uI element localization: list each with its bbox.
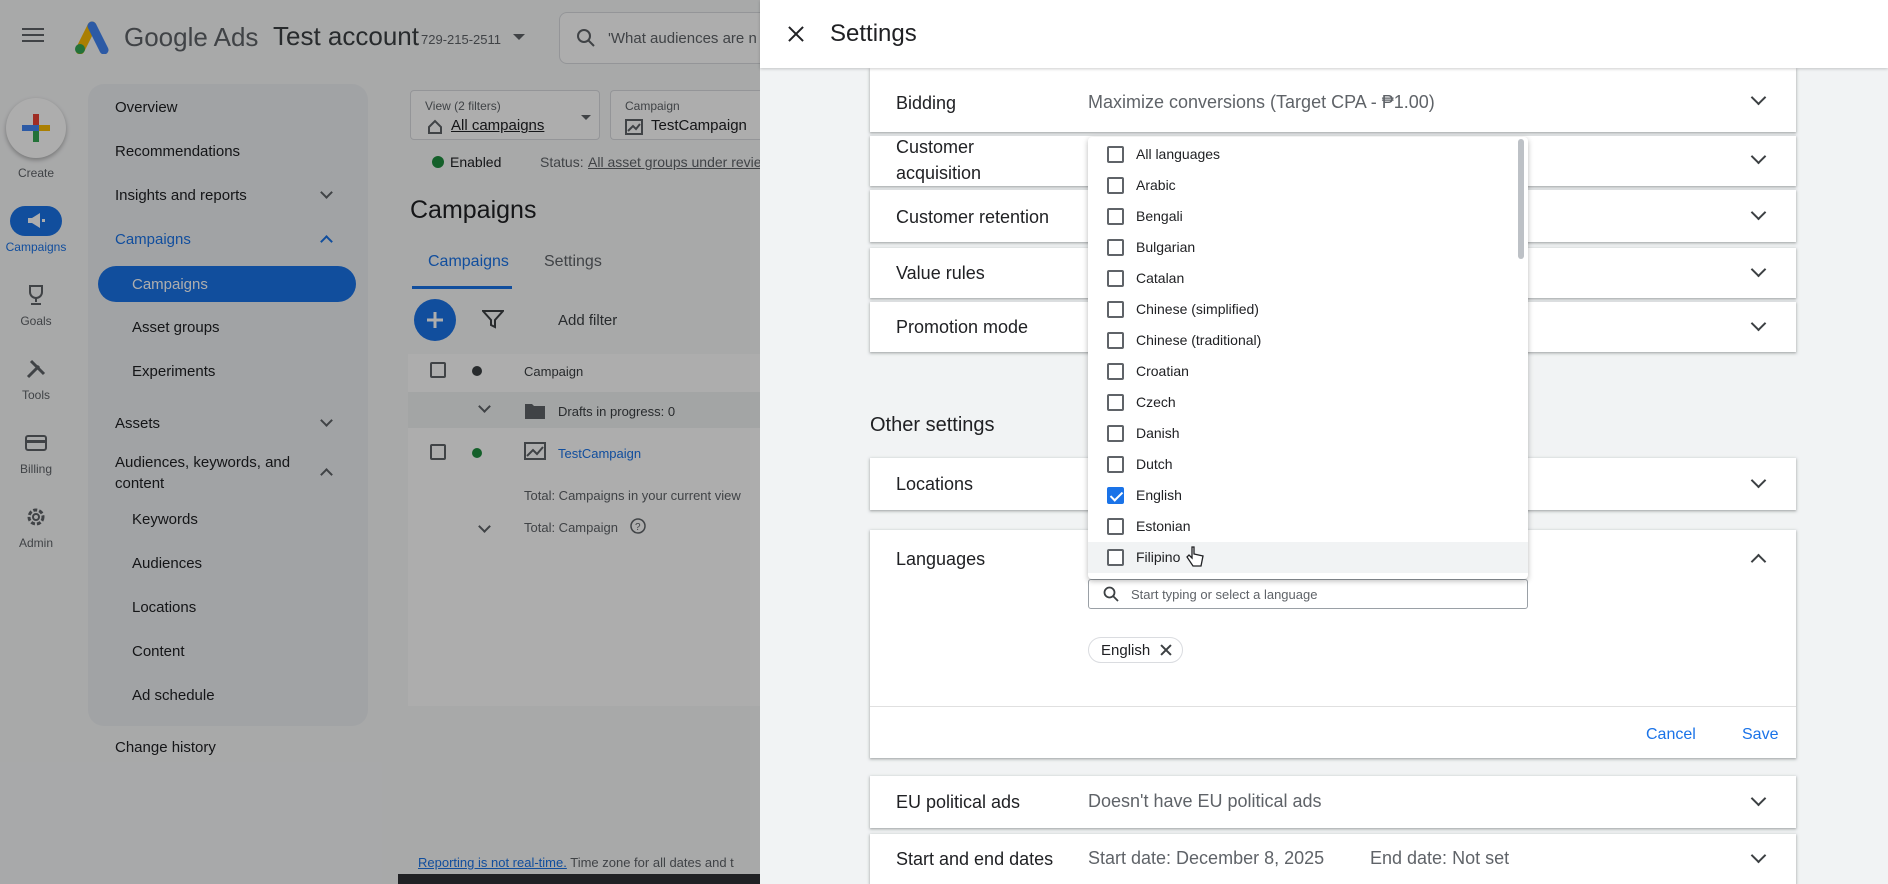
checkbox[interactable]: [1107, 394, 1124, 411]
modal-scrim[interactable]: [0, 0, 760, 884]
close-icon[interactable]: [784, 22, 808, 46]
panel-title: Settings: [830, 20, 917, 47]
chevron-down-icon[interactable]: [1750, 148, 1767, 165]
chevron-down-icon[interactable]: [1750, 204, 1767, 221]
chevron-down-icon[interactable]: [1750, 790, 1767, 807]
language-option-label: All languages: [1136, 146, 1221, 162]
checkbox[interactable]: [1107, 363, 1124, 380]
chevron-down-icon[interactable]: [1750, 261, 1767, 278]
checkbox[interactable]: [1107, 270, 1124, 287]
chevron-up-icon[interactable]: [1750, 553, 1767, 570]
value-rules-label: Value rules: [896, 263, 985, 283]
languages-label: Languages: [896, 549, 986, 569]
language-option-label: Arabic: [1136, 177, 1176, 193]
language-option-label: Danish: [1136, 425, 1180, 441]
search-icon: [1103, 586, 1119, 602]
language-option[interactable]: Arabic: [1088, 170, 1528, 201]
dates-label: Start and end dates: [896, 849, 1054, 869]
save-button[interactable]: Save: [1742, 726, 1778, 744]
language-option[interactable]: Bengali: [1088, 201, 1528, 232]
settings-panel: Settings Bidding Maximize conversions (T…: [760, 0, 1888, 884]
eu-political-ads-label: EU political ads: [896, 792, 1021, 812]
language-option-label: Chinese (traditional): [1136, 332, 1262, 348]
language-option-label: English: [1136, 487, 1182, 503]
setting-row-eu-political-ads[interactable]: EU political ads Doesn't have EU politic…: [870, 776, 1796, 828]
checkbox[interactable]: [1107, 208, 1124, 225]
language-option[interactable]: Filipino: [1088, 542, 1528, 573]
cancel-button[interactable]: Cancel: [1646, 726, 1696, 744]
language-option-label: Bulgarian: [1136, 239, 1196, 255]
setting-row-bidding[interactable]: Bidding Maximize conversions (Target CPA…: [870, 68, 1796, 132]
dropdown-scrollbar[interactable]: [1518, 139, 1524, 259]
language-option-label: Czech: [1136, 394, 1176, 410]
checkbox[interactable]: [1107, 425, 1124, 442]
language-option[interactable]: All languages: [1088, 139, 1528, 170]
language-option-label: Filipino: [1136, 549, 1181, 565]
customer-retention-label: Customer retention: [896, 207, 1050, 227]
promotion-mode-label: Promotion mode: [896, 317, 1029, 337]
selected-language-chip: English: [1088, 637, 1184, 663]
settings-header: Settings: [760, 0, 1888, 68]
checkbox[interactable]: [1107, 549, 1124, 566]
locations-label: Locations: [896, 474, 974, 494]
language-dropdown: All languages Arabic Bengali Bulgarian Catal…: [1088, 137, 1528, 579]
checkbox[interactable]: [1107, 301, 1124, 318]
language-option[interactable]: Danish: [1088, 418, 1528, 449]
language-option[interactable]: Chinese (simplified): [1088, 294, 1528, 325]
end-date-value: End date: Not set: [1370, 848, 1510, 868]
language-option[interactable]: Dutch: [1088, 449, 1528, 480]
checkbox[interactable]: [1107, 177, 1124, 194]
language-option-label: Estonian: [1136, 518, 1191, 534]
pointer-cursor-icon: [1186, 546, 1204, 567]
setting-row-start-end-dates[interactable]: Start and end dates Start date: December…: [870, 834, 1796, 884]
start-date-value: Start date: December 8, 2025: [1088, 848, 1325, 868]
checkbox[interactable]: [1107, 239, 1124, 256]
bidding-label: Bidding: [896, 93, 957, 113]
checkbox[interactable]: [1107, 146, 1124, 163]
chevron-down-icon[interactable]: [1750, 89, 1767, 106]
eu-political-ads-value: Doesn't have EU political ads: [1088, 791, 1322, 811]
language-option[interactable]: Estonian: [1088, 511, 1528, 542]
chevron-down-icon[interactable]: [1750, 472, 1767, 489]
language-search-input[interactable]: Start typing or select a language: [1088, 579, 1528, 609]
customer-acquisition-label: Customer acquisition: [896, 137, 982, 183]
divider: [870, 706, 1796, 707]
language-option[interactable]: Czech: [1088, 387, 1528, 418]
language-option[interactable]: Chinese (traditional): [1088, 325, 1528, 356]
checkbox[interactable]: [1107, 518, 1124, 535]
checkbox[interactable]: [1107, 456, 1124, 473]
language-option-label: Bengali: [1136, 208, 1183, 224]
language-option[interactable]: Croatian: [1088, 356, 1528, 387]
chevron-down-icon[interactable]: [1750, 847, 1767, 864]
checkbox[interactable]: [1107, 332, 1124, 349]
chevron-down-icon[interactable]: [1750, 315, 1767, 332]
language-option-label: Catalan: [1136, 270, 1185, 286]
language-option[interactable]: Catalan: [1088, 263, 1528, 294]
language-search-placeholder: Start typing or select a language: [1131, 587, 1318, 602]
language-option-label: Dutch: [1136, 456, 1173, 472]
other-settings-heading: Other settings: [870, 414, 995, 436]
language-option-label: Croatian: [1136, 363, 1189, 379]
selected-language-label: English: [1101, 642, 1151, 659]
remove-chip-icon[interactable]: [1158, 642, 1174, 658]
bidding-value: Maximize conversions (Target CPA - ₱1.00…: [1088, 92, 1435, 112]
checkbox-checked[interactable]: [1107, 487, 1124, 504]
language-option[interactable]: Bulgarian: [1088, 232, 1528, 263]
language-option[interactable]: English: [1088, 480, 1528, 511]
language-option-label: Chinese (simplified): [1136, 301, 1259, 317]
